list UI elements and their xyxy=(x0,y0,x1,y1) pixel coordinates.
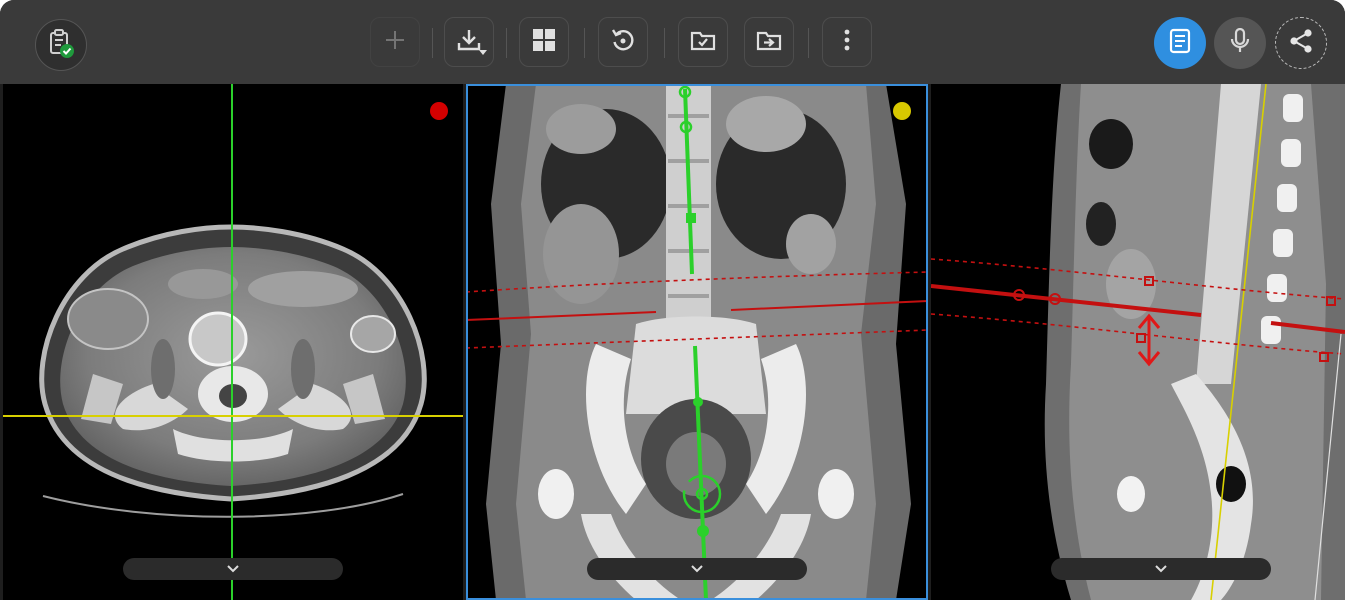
folder-arrow-icon xyxy=(756,29,782,56)
more-options-button[interactable] xyxy=(822,17,872,67)
viewport-indicator-yellow xyxy=(893,102,911,120)
axial-ct-image xyxy=(3,84,463,600)
share-button[interactable] xyxy=(1275,17,1327,69)
more-vertical-icon xyxy=(844,29,850,56)
chevron-down-icon xyxy=(1155,565,1167,573)
axial-viewport[interactable] xyxy=(3,84,463,600)
toolbar-divider xyxy=(506,28,507,58)
viewer-app xyxy=(0,0,1345,600)
viewport-options-bar[interactable] xyxy=(1051,558,1271,580)
document-icon xyxy=(1168,28,1192,59)
folder-check-icon xyxy=(690,29,716,56)
save-folder-button[interactable] xyxy=(678,17,728,67)
microphone-icon xyxy=(1230,27,1250,59)
sagittal-ct-image xyxy=(931,84,1345,600)
study-status-button[interactable] xyxy=(35,19,87,71)
rotate-reset-icon xyxy=(610,27,636,58)
reset-view-button[interactable] xyxy=(598,17,648,67)
plus-icon xyxy=(384,29,406,56)
sagittal-viewport[interactable] xyxy=(931,84,1345,600)
toolbar-divider xyxy=(808,28,809,58)
dropdown-caret-icon xyxy=(479,42,487,60)
toolbar-divider xyxy=(584,28,585,58)
clipboard-check-icon xyxy=(47,28,75,63)
viewport-options-bar[interactable] xyxy=(123,558,343,580)
report-button[interactable] xyxy=(1154,17,1206,69)
layout-button[interactable] xyxy=(519,17,569,67)
download-button[interactable] xyxy=(444,17,494,67)
viewport-options-bar[interactable] xyxy=(587,558,807,580)
toolbar-divider xyxy=(664,28,665,58)
add-button[interactable] xyxy=(370,17,420,67)
grid-layout-icon xyxy=(532,28,556,57)
toolbar xyxy=(0,0,1345,84)
coronal-ct-image xyxy=(466,84,928,600)
export-folder-button[interactable] xyxy=(744,17,794,67)
viewport-indicator-red xyxy=(430,102,448,120)
chevron-down-icon xyxy=(691,565,703,573)
share-icon xyxy=(1288,28,1314,59)
voice-dictation-button[interactable] xyxy=(1214,17,1266,69)
chevron-down-icon xyxy=(227,565,239,573)
toolbar-divider xyxy=(432,28,433,58)
viewport-grid xyxy=(0,84,1345,600)
coronal-viewport[interactable] xyxy=(466,84,928,600)
